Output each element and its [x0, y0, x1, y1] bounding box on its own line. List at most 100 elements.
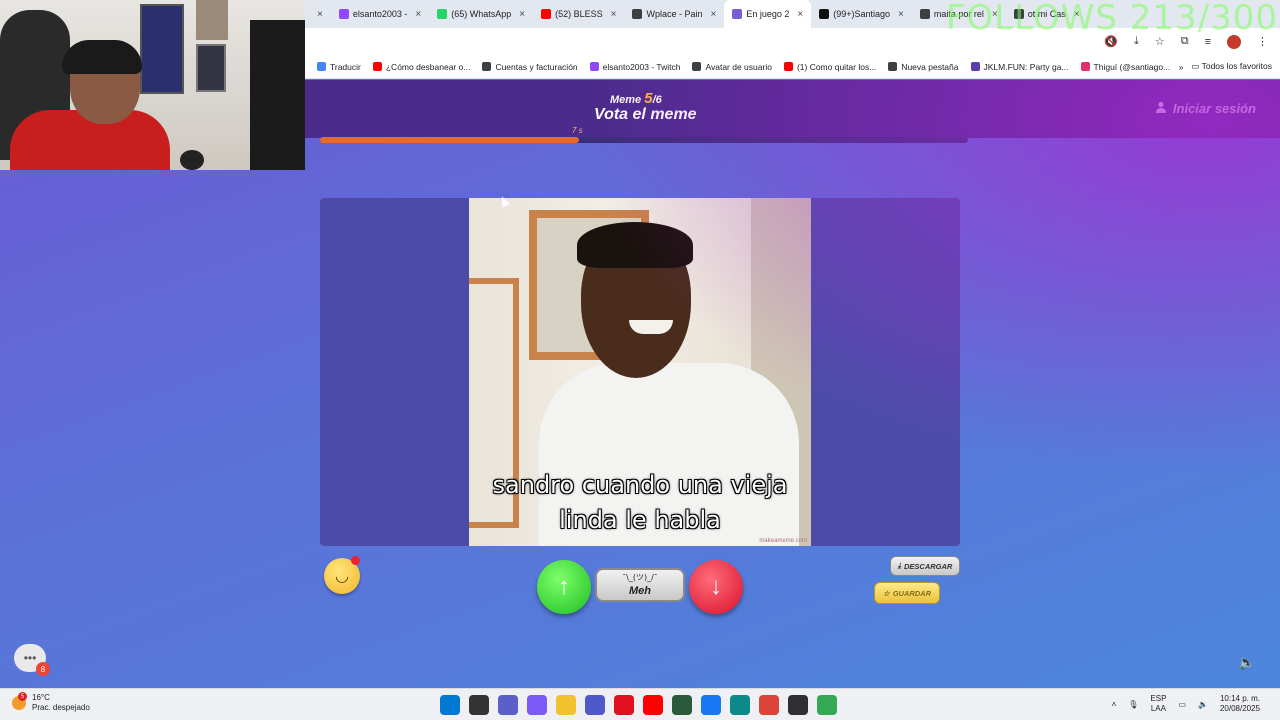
close-icon[interactable]: × — [611, 9, 617, 20]
all-bookmarks-folder[interactable]: ▭ Todos los favoritos — [1191, 61, 1272, 72]
bookmark-item[interactable]: Nueva pestaña — [882, 62, 964, 72]
meme-watermark: makeameme.com — [759, 538, 807, 544]
meme-caption-line1: sandro cuando una vieja — [492, 471, 788, 499]
bookmark-item[interactable]: ¿Cómo desbanear o... — [367, 62, 477, 72]
meme-counter: Meme 5/6 — [610, 90, 662, 107]
bookmark-label: (1) Como quitar los... — [796, 61, 877, 72]
browser-tab[interactable]: (99+)Santiago × — [811, 0, 912, 28]
chat-button[interactable]: ••• 8 — [14, 644, 50, 676]
tab-label: En juego 2 — [746, 9, 790, 19]
bookmark-item[interactable]: Avatar de usuario — [686, 62, 777, 72]
close-icon[interactable]: × — [797, 9, 803, 20]
arrow-up-icon: ↑ — [558, 573, 570, 600]
login-label: Iniciar sesión — [1172, 101, 1256, 116]
bookmarks-bar: Traducir ¿Cómo desbanear o... Cuentas y fa… — [305, 55, 1280, 79]
close-icon[interactable]: × — [415, 9, 421, 20]
bookmark-favicon-icon — [692, 62, 702, 71]
browser-tab[interactable]: En juego 2 × — [724, 0, 812, 28]
language-indicator[interactable]: ESP LAA — [1150, 694, 1166, 714]
browser-tab[interactable]: (65) WhatsApp × — [429, 0, 533, 28]
close-icon[interactable]: × — [317, 9, 323, 20]
chevron-right-icon[interactable]: » — [1179, 62, 1184, 72]
bookmark-item[interactable]: Traducir — [311, 62, 367, 72]
save-label: GUARDAR — [892, 588, 932, 598]
game-header — [305, 80, 1280, 138]
facebook-icon[interactable] — [701, 695, 721, 715]
bookmark-label: Thiguí (@santiago... — [1093, 61, 1171, 72]
login-button[interactable]: Iniciar sesión — [1155, 101, 1256, 116]
copilot-icon[interactable] — [527, 695, 547, 715]
weather-widget[interactable]: 5 16°C Prac. despejado — [12, 692, 90, 713]
meh-button[interactable]: ¯\_(ツ)_/¯ Meh — [595, 568, 685, 602]
browser-tab[interactable]: Wplace - Pain × — [624, 0, 724, 28]
meme-caption-line2: linda le habla — [559, 506, 721, 534]
microphone-icon[interactable]: 🎙 — [1128, 700, 1138, 709]
bookmark-item[interactable]: Cuentas y facturación — [476, 62, 583, 72]
bookmark-label: Traducir — [330, 61, 361, 72]
bookmark-favicon-icon — [482, 62, 492, 71]
chevron-up-icon[interactable]: ˄ — [1112, 700, 1117, 709]
meme-counter-prefix: Meme — [610, 94, 642, 106]
shrug-face: ¯\_(ツ)_/¯ — [622, 573, 658, 582]
bookmark-item[interactable]: elsanto2003 - Twitch — [584, 62, 687, 72]
chat-icon[interactable] — [498, 695, 518, 715]
obs-icon[interactable] — [788, 695, 808, 715]
opera-icon[interactable] — [614, 695, 634, 715]
bookmark-favicon-icon — [970, 62, 980, 71]
tab-favicon-icon — [919, 9, 930, 19]
clock-date: 20/08/2025 — [1219, 704, 1260, 713]
chrome-alt-icon[interactable] — [817, 695, 837, 715]
bookmark-label: elsanto2003 - Twitch — [602, 61, 681, 72]
browser-tab[interactable]: × — [305, 0, 331, 28]
bookmark-item[interactable]: (1) Como quitar los... — [778, 62, 882, 72]
task-view-icon[interactable] — [469, 695, 489, 715]
tab-label: (52) BLESS — [555, 9, 603, 19]
tab-label: elsanto2003 - — [352, 9, 408, 19]
bookmark-favicon-icon — [589, 62, 599, 71]
teams-icon[interactable] — [585, 695, 605, 715]
browser-tab[interactable]: (52) BLESS × — [533, 0, 624, 28]
close-icon[interactable]: × — [711, 9, 717, 20]
meme-current-number: 5 — [644, 90, 653, 107]
taskbar-apps — [440, 695, 837, 715]
weather-badge: 5 — [18, 692, 27, 701]
save-button[interactable]: ☆ GUARDAR — [874, 582, 940, 604]
meme-panel: sandro cuando una vieja linda le habla m… — [320, 198, 960, 546]
calculator-icon[interactable] — [672, 695, 692, 715]
downvote-button[interactable]: ↓ — [689, 560, 743, 614]
bookmark-label: ¿Cómo desbanear o... — [385, 61, 471, 72]
weather-sun-icon: 5 — [12, 692, 27, 710]
tab-favicon-icon — [732, 9, 743, 19]
all-bookmarks-label: Todos los favoritos — [1201, 61, 1272, 71]
bookmark-item[interactable]: Thiguí (@santiago... — [1075, 62, 1177, 72]
upvote-button[interactable]: ↑ — [537, 560, 591, 614]
network-icon[interactable]: ▭ — [1178, 700, 1186, 709]
edge-icon[interactable] — [730, 695, 750, 715]
chrome-icon[interactable] — [759, 695, 779, 715]
windows-start-icon[interactable] — [440, 695, 460, 715]
clock[interactable]: 10:14 p. m. 20/08/2025 — [1220, 694, 1260, 714]
volume-icon[interactable]: 🔉 — [1198, 700, 1208, 709]
star-icon: ☆ — [882, 588, 890, 598]
close-icon[interactable]: × — [519, 9, 525, 20]
youtube-icon[interactable] — [643, 695, 663, 715]
file-explorer-icon[interactable] — [556, 695, 576, 715]
bookmark-favicon-icon — [1080, 62, 1090, 71]
bookmark-item[interactable]: JKLM.FUN: Party ga... — [965, 62, 1075, 72]
close-icon[interactable]: × — [898, 9, 904, 20]
emoji-reaction-button[interactable]: ◡ — [324, 556, 360, 594]
sound-toggle-icon[interactable]: 🔈 — [1238, 654, 1255, 671]
bookmark-label: Nueva pestaña — [901, 61, 959, 72]
download-label: DESCARGAR — [903, 561, 953, 571]
windows-taskbar: 5 16°C Prac. despejado ˄ 🎙 ESP LAA ▭ 🔉 1… — [0, 688, 1280, 720]
bookmark-label: Avatar de usuario — [705, 61, 772, 72]
bookmark-favicon-icon — [372, 62, 382, 71]
meh-label: Meh — [629, 585, 651, 597]
heart-icon — [351, 556, 360, 565]
browser-tab[interactable]: elsanto2003 - × — [331, 0, 429, 28]
tab-favicon-icon — [437, 9, 448, 19]
meme-total-number: /6 — [652, 94, 662, 106]
tab-favicon-icon — [819, 9, 830, 19]
download-button[interactable]: ⤓ DESCARGAR — [890, 556, 960, 576]
page-title: Vota el meme — [594, 106, 697, 123]
